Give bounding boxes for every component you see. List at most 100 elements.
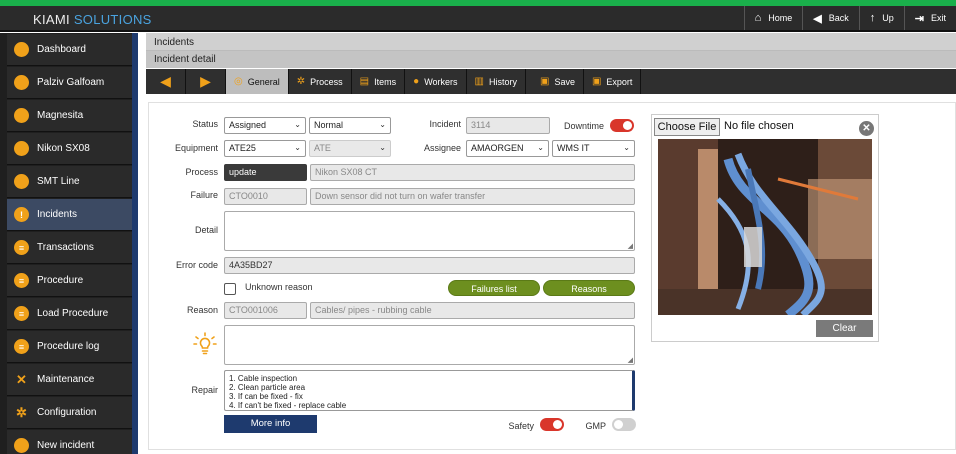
exit-button[interactable]: ⇥ Exit: [903, 6, 956, 30]
tab-general[interactable]: ◎ General: [226, 69, 289, 94]
export-button[interactable]: ▣ Export: [584, 69, 642, 94]
home-button[interactable]: ⌂ Home: [743, 6, 803, 30]
sidebar-item-label: Load Procedure: [37, 308, 109, 319]
unknown-reason-label: Unknown reason: [245, 282, 313, 292]
more-info-button[interactable]: More info: [224, 415, 317, 433]
sidebar-item-maintenance[interactable]: ✕ Maintenance: [7, 364, 132, 396]
assignee-select[interactable]: AMAORGEN ⌄: [466, 140, 549, 157]
toggle-knob: [614, 420, 623, 429]
brand-name-1: KIAMI: [33, 12, 70, 27]
up-arrow-icon: ↑: [869, 12, 876, 24]
safety-toggle[interactable]: [540, 418, 564, 431]
sidebar-item-label: Procedure log: [37, 341, 100, 352]
priority-select[interactable]: Normal ⌄: [309, 117, 391, 134]
gmp-toggle[interactable]: [612, 418, 636, 431]
failure-description-field: Down sensor did not turn on wafer transf…: [310, 188, 635, 205]
detail-textarea[interactable]: ◢: [224, 211, 635, 251]
sidebar-item-label: Palziv Galfoam: [37, 77, 105, 88]
assignee-group-value: WMS IT: [557, 143, 590, 153]
reason-code-field[interactable]: CTO001006: [224, 302, 307, 319]
tools-icon: ✕: [16, 371, 27, 387]
circle-icon: [14, 42, 29, 57]
sidebar-item-new-incident[interactable]: New incident: [7, 430, 132, 454]
downtime-label: Downtime: [563, 121, 604, 131]
sidebar-item-label: Nikon SX08: [37, 143, 90, 154]
assignee-group-select[interactable]: WMS IT ⌄: [552, 140, 635, 157]
sidebar-item-transactions[interactable]: ≡ Transactions: [7, 232, 132, 264]
reason-description-field: Cables/ pipes - rubbing cable: [310, 302, 635, 319]
resize-grip-icon: ◢: [627, 243, 633, 250]
exit-label: Exit: [930, 13, 946, 23]
tab-process[interactable]: ✲ Process: [289, 69, 352, 94]
equipment-select[interactable]: ATE25 ⌄: [224, 140, 306, 157]
sidebar-item-palziv-galfoam[interactable]: Palziv Galfoam: [7, 67, 132, 99]
prev-record-button[interactable]: ◀: [146, 69, 186, 94]
sidebar: Dashboard Palziv Galfoam Magnesita Nikon…: [0, 33, 138, 454]
gears-icon: ✲: [16, 404, 27, 420]
incident-label: Incident: [429, 119, 461, 129]
brand-logo: KIAMI SOLUTIONS: [33, 12, 152, 27]
circle-icon: [14, 75, 29, 90]
process-icon: ✲: [296, 76, 306, 87]
reasons-button[interactable]: Reasons: [543, 280, 635, 296]
sidebar-item-nikon-sx08[interactable]: Nikon SX08: [7, 133, 132, 165]
top-bar: KIAMI SOLUTIONS ⌂ Home ◀ Back ↑ Up ⇥ Exit: [0, 6, 956, 32]
back-button[interactable]: ◀ Back: [802, 6, 858, 30]
equipment-value: ATE25: [229, 143, 256, 153]
failures-list-button[interactable]: Failures list: [448, 280, 540, 296]
toolbar: ◀ ▶ ◎ General ✲ Process ▤ Items ● Workers ▥ H…: [146, 69, 956, 94]
sidebar-item-procedure[interactable]: ≡ Procedure: [7, 265, 132, 297]
tab-items[interactable]: ▤ Items: [352, 69, 406, 94]
unknown-reason-checkbox[interactable]: [224, 283, 236, 295]
process-field[interactable]: update: [224, 164, 307, 181]
clear-button[interactable]: Clear: [816, 320, 873, 337]
general-icon: ◎: [234, 76, 243, 87]
lightbulb-icon: [193, 332, 217, 356]
tab-history[interactable]: ▥ History: [467, 69, 526, 94]
priority-value: Normal: [314, 120, 344, 130]
export-icon: ▣: [591, 76, 602, 87]
up-button[interactable]: ↑ Up: [858, 6, 904, 30]
image-attachment-panel: Choose File No file chosen ✕ Clear: [651, 114, 879, 342]
alert-icon: !: [14, 207, 29, 222]
close-icon[interactable]: ✕: [859, 121, 874, 136]
sidebar-item-load-procedure[interactable]: ≡ Load Procedure: [7, 298, 132, 330]
tab-label: Workers: [424, 76, 458, 87]
items-icon: ▤: [359, 76, 370, 87]
assignee-value: AMAORGEN: [471, 143, 524, 153]
status-value: Assigned: [229, 120, 267, 130]
sidebar-item-magnesita[interactable]: Magnesita: [7, 100, 132, 132]
choose-file-button[interactable]: Choose File: [654, 118, 720, 136]
sidebar-item-label: Configuration: [37, 407, 97, 418]
sidebar-item-dashboard[interactable]: Dashboard: [7, 34, 132, 66]
breadcrumb-level-1[interactable]: Incidents: [146, 33, 956, 51]
sidebar-item-label: Procedure: [37, 275, 84, 286]
breadcrumb-level-2: Incident detail: [146, 51, 956, 68]
sidebar-item-configuration[interactable]: ✲ Configuration: [7, 397, 132, 429]
failure-code-field[interactable]: CTO0010: [224, 188, 307, 205]
status-select[interactable]: Assigned ⌄: [224, 117, 306, 134]
downtime-toggle[interactable]: [610, 119, 634, 132]
sidebar-item-label: Transactions: [37, 242, 94, 253]
save-button[interactable]: ▣ Save: [532, 69, 584, 94]
status-label: Status: [192, 119, 218, 129]
repair-line: 3. If can be fixed - fix: [229, 392, 303, 401]
repair-textarea[interactable]: 1. Cable inspection 2. Clean particle ar…: [224, 370, 635, 411]
process-label: Process: [185, 167, 218, 177]
equipment-type-select: ATE ⌄: [309, 140, 391, 157]
arrow-right-icon: ▶: [200, 73, 211, 89]
sidebar-item-procedure-log[interactable]: ≡ Procedure log: [7, 331, 132, 363]
sidebar-item-smt-line[interactable]: SMT Line: [7, 166, 132, 198]
list-icon: ≡: [14, 240, 29, 255]
error-code-field[interactable]: 4A35BD27: [224, 257, 635, 274]
safety-label: Safety: [508, 421, 534, 431]
tab-workers[interactable]: ● Workers: [405, 69, 467, 94]
sidebar-item-incidents[interactable]: ! Incidents: [7, 199, 132, 231]
save-label: Save: [554, 76, 575, 87]
suggestion-textarea[interactable]: ◢: [224, 325, 635, 365]
repair-line: 1. Cable inspection: [229, 374, 298, 383]
chevron-down-icon: ⌄: [294, 120, 301, 129]
arrow-left-icon: ◀: [160, 73, 171, 89]
next-record-button[interactable]: ▶: [186, 69, 226, 94]
gmp-label: GMP: [585, 421, 606, 431]
